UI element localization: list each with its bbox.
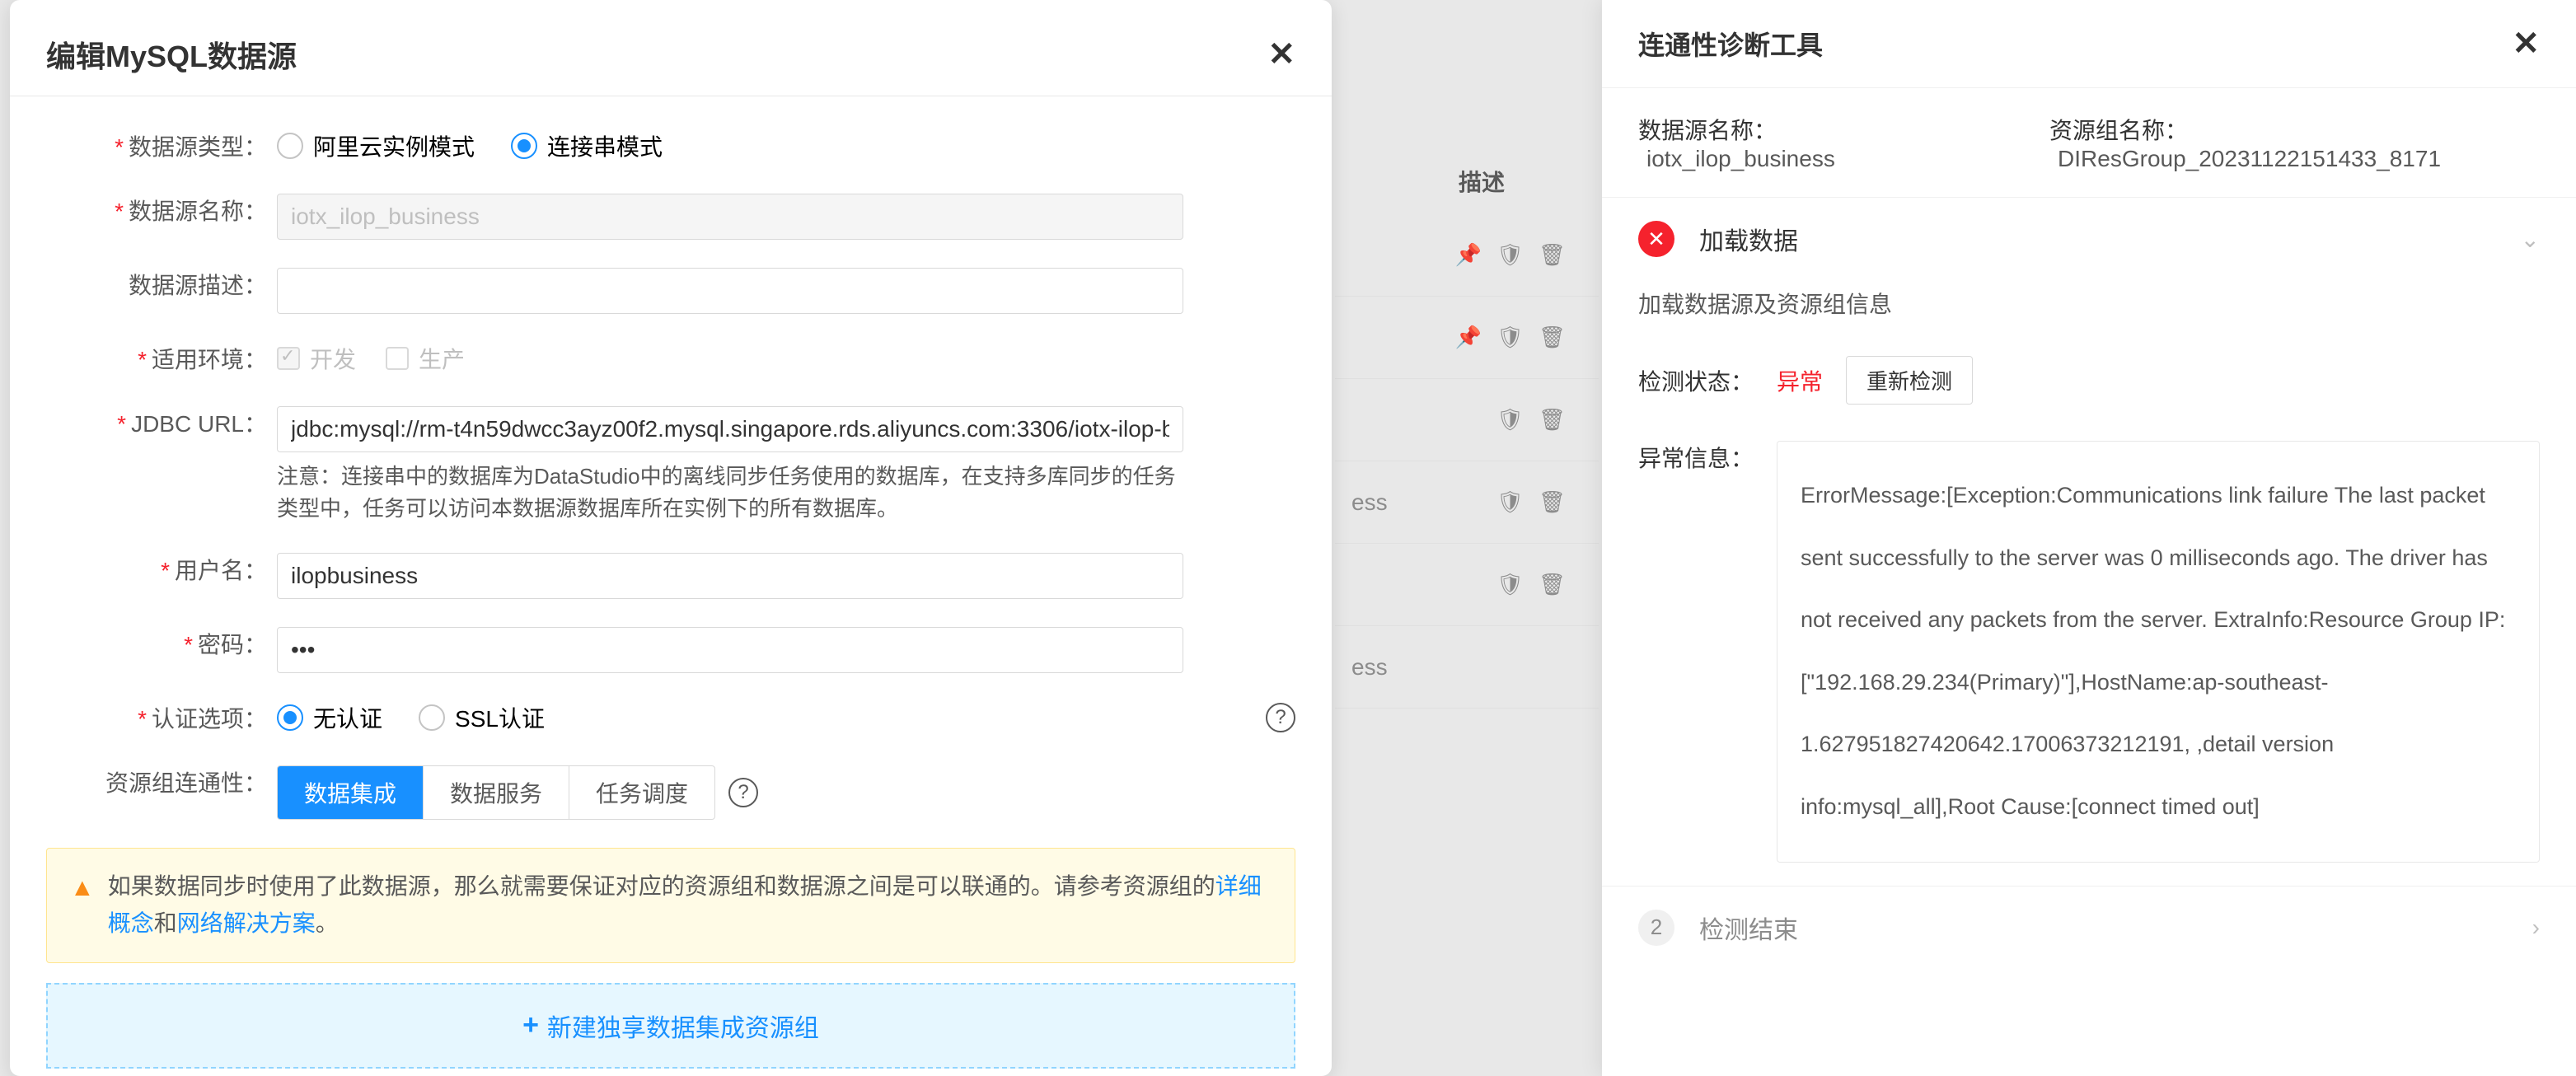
warning-alert: ▲ 如果数据同步时使用了此数据源，那么就需要保证对应的资源组和数据源之间是可以联… bbox=[46, 848, 1295, 963]
retry-detect-button[interactable]: 重新检测 bbox=[1846, 356, 1973, 405]
help-icon[interactable]: ? bbox=[1266, 703, 1295, 732]
tab-data-service[interactable]: 数据服务 bbox=[424, 766, 569, 819]
jdbc-url-input[interactable] bbox=[277, 406, 1183, 452]
detect-status-label: 检测状态： bbox=[1638, 364, 1754, 397]
trash-icon[interactable]: 🗑 bbox=[1539, 572, 1566, 597]
trash-icon[interactable]: 🗑 bbox=[1539, 489, 1566, 515]
step-title: 加载数据 bbox=[1699, 221, 1798, 257]
warning-icon: ▲ bbox=[70, 868, 95, 908]
shield-icon[interactable]: 🛡 bbox=[1496, 242, 1524, 268]
checkbox-prod[interactable]: 生产 bbox=[386, 342, 465, 375]
connectivity-diagnosis-panel: 连通性诊断工具 ✕ 数据源名称： iotx_ilop_business 资源组名… bbox=[1602, 0, 2576, 1076]
add-resource-group-button[interactable]: + 新建独享数据集成资源组 bbox=[46, 983, 1295, 1069]
name-label: 数据源名称： bbox=[46, 194, 277, 230]
step-load-data: ✕ 加载数据 ⌄ 加载数据源及资源组信息 检测状态： 异常 重新检测 异常信息：… bbox=[1602, 197, 2576, 886]
shield-icon[interactable]: 🛡 bbox=[1496, 407, 1524, 433]
step-number-badge: 2 bbox=[1638, 910, 1674, 946]
step-subtitle: 加载数据源及资源组信息 bbox=[1638, 287, 2540, 320]
radio-label: 连接串模式 bbox=[547, 129, 663, 162]
bg-table-peek: 📌 🛡 🗑 📌 🛡 🗑 🛡 🗑 ess 🛡 🗑 🛡 🗑 ess bbox=[1335, 132, 1599, 709]
bg-row-text: ess bbox=[1351, 489, 1388, 516]
radio-label: 阿里云实例模式 bbox=[313, 129, 475, 162]
radio-ssl-auth[interactable]: SSL认证 bbox=[419, 701, 545, 734]
close-icon[interactable]: ✕ bbox=[1267, 38, 1295, 71]
plus-icon: + bbox=[522, 1009, 539, 1041]
alert-and: 和 bbox=[154, 910, 177, 936]
step-title: 检测结束 bbox=[1699, 910, 1798, 946]
checkbox-dev[interactable]: 开发 bbox=[277, 342, 356, 375]
close-icon[interactable]: ✕ bbox=[2512, 27, 2540, 60]
trash-icon[interactable]: 🗑 bbox=[1539, 325, 1566, 350]
shield-icon[interactable]: 🛡 bbox=[1496, 489, 1524, 515]
detect-status-value: 异常 bbox=[1777, 364, 1823, 397]
rg-name-label: 资源组名称： bbox=[2049, 118, 2188, 143]
step-error-badge: ✕ bbox=[1638, 221, 1674, 257]
tab-task-schedule[interactable]: 任务调度 bbox=[569, 766, 714, 819]
pin-icon[interactable]: 📌 bbox=[1455, 242, 1482, 268]
desc-label: 数据源描述： bbox=[46, 268, 277, 304]
env-label: 适用环境： bbox=[46, 342, 277, 378]
trash-icon[interactable]: 🗑 bbox=[1539, 242, 1566, 268]
jdbc-note: 注意：连接串中的数据库为DataStudio中的离线同步任务使用的数据库，在支持… bbox=[277, 461, 1183, 525]
type-label: 数据源类型： bbox=[46, 129, 277, 166]
ds-name-value: iotx_ilop_business bbox=[1646, 146, 1835, 171]
pin-icon[interactable]: 📌 bbox=[1455, 325, 1482, 350]
password-input[interactable] bbox=[277, 627, 1183, 673]
user-label: 用户名： bbox=[46, 553, 277, 589]
radio-label: 无认证 bbox=[313, 701, 382, 734]
chevron-right-icon[interactable]: › bbox=[2532, 915, 2540, 941]
alert-text-a: 如果数据同步时使用了此数据源，那么就需要保证对应的资源组和数据源之间是可以联通的… bbox=[108, 873, 1215, 899]
checkbox-label: 开发 bbox=[310, 342, 356, 375]
radio-aliyun-instance[interactable]: 阿里云实例模式 bbox=[277, 129, 475, 162]
datasource-desc-input[interactable] bbox=[277, 268, 1183, 314]
radio-connection-string[interactable]: 连接串模式 bbox=[511, 129, 663, 162]
trash-icon[interactable]: 🗑 bbox=[1539, 407, 1566, 433]
add-resource-label: 新建独享数据集成资源组 bbox=[547, 1008, 819, 1044]
shield-icon[interactable]: 🛡 bbox=[1496, 325, 1524, 350]
panel-title: 连通性诊断工具 bbox=[1638, 25, 1823, 63]
datasource-name-input[interactable] bbox=[277, 194, 1183, 240]
shield-icon[interactable]: 🛡 bbox=[1496, 572, 1524, 597]
bg-row-text: ess bbox=[1351, 654, 1388, 681]
help-icon[interactable]: ? bbox=[728, 778, 758, 807]
step-detect-end[interactable]: 2 检测结束 › bbox=[1602, 886, 2576, 969]
error-info-text: ErrorMessage:[Exception:Communications l… bbox=[1777, 441, 2540, 863]
error-info-label: 异常信息： bbox=[1638, 441, 1754, 478]
connectivity-tabs: 数据集成 数据服务 任务调度 bbox=[277, 765, 715, 820]
chevron-down-icon[interactable]: ⌄ bbox=[2521, 226, 2540, 253]
radio-no-auth[interactable]: 无认证 bbox=[277, 701, 382, 734]
alert-punct: 。 bbox=[316, 910, 339, 936]
edit-datasource-modal: 编辑MySQL数据源 ✕ 数据源类型： 阿里云实例模式 连接串模式 数据源名称： bbox=[10, 0, 1332, 1076]
checkbox-label: 生产 bbox=[419, 342, 465, 375]
tab-data-integration[interactable]: 数据集成 bbox=[278, 766, 424, 819]
username-input[interactable] bbox=[277, 553, 1183, 599]
pwd-label: 密码： bbox=[46, 627, 277, 663]
conn-label: 资源组连通性： bbox=[46, 765, 277, 802]
ds-name-label: 数据源名称： bbox=[1638, 118, 1777, 143]
radio-label: SSL认证 bbox=[455, 701, 545, 734]
link-network-solution[interactable]: 网络解决方案 bbox=[177, 910, 316, 936]
rg-name-value: DIResGroup_20231122151433_8171 bbox=[2058, 146, 2441, 171]
auth-label: 认证选项： bbox=[46, 701, 277, 737]
modal-title: 编辑MySQL数据源 bbox=[46, 33, 297, 76]
jdbc-label: JDBC URL： bbox=[46, 406, 277, 442]
